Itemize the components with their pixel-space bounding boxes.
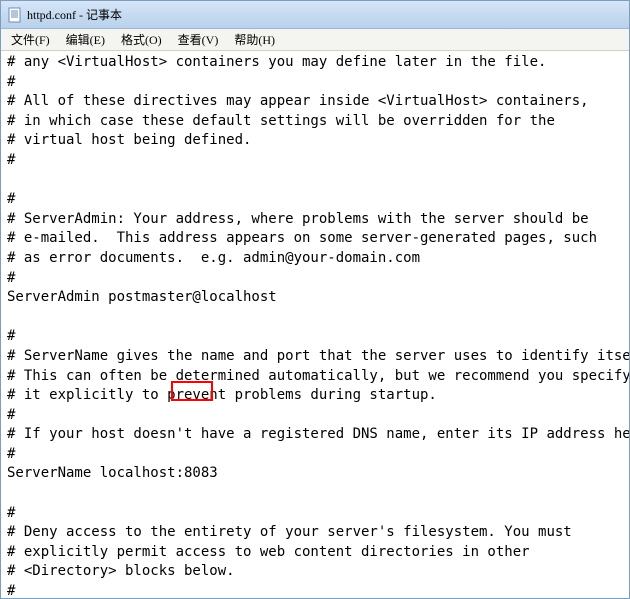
window-title: httpd.conf - 记事本	[27, 6, 122, 23]
menu-file[interactable]: 文件(F)	[3, 29, 58, 50]
menu-edit[interactable]: 编辑(E)	[58, 29, 113, 50]
titlebar[interactable]: httpd.conf - 记事本	[1, 1, 629, 29]
menubar: 文件(F) 编辑(E) 格式(O) 查看(V) 帮助(H)	[1, 29, 629, 51]
menu-format[interactable]: 格式(O)	[113, 29, 170, 50]
file-text: # any <VirtualHost> containers you may d…	[7, 54, 629, 598]
notepad-icon	[7, 7, 23, 23]
notepad-window: httpd.conf - 记事本 文件(F) 编辑(E) 格式(O) 查看(V)…	[0, 0, 630, 599]
menu-view[interactable]: 查看(V)	[170, 29, 227, 50]
menu-help[interactable]: 帮助(H)	[226, 29, 283, 50]
text-editor-content[interactable]: # any <VirtualHost> containers you may d…	[1, 51, 629, 598]
